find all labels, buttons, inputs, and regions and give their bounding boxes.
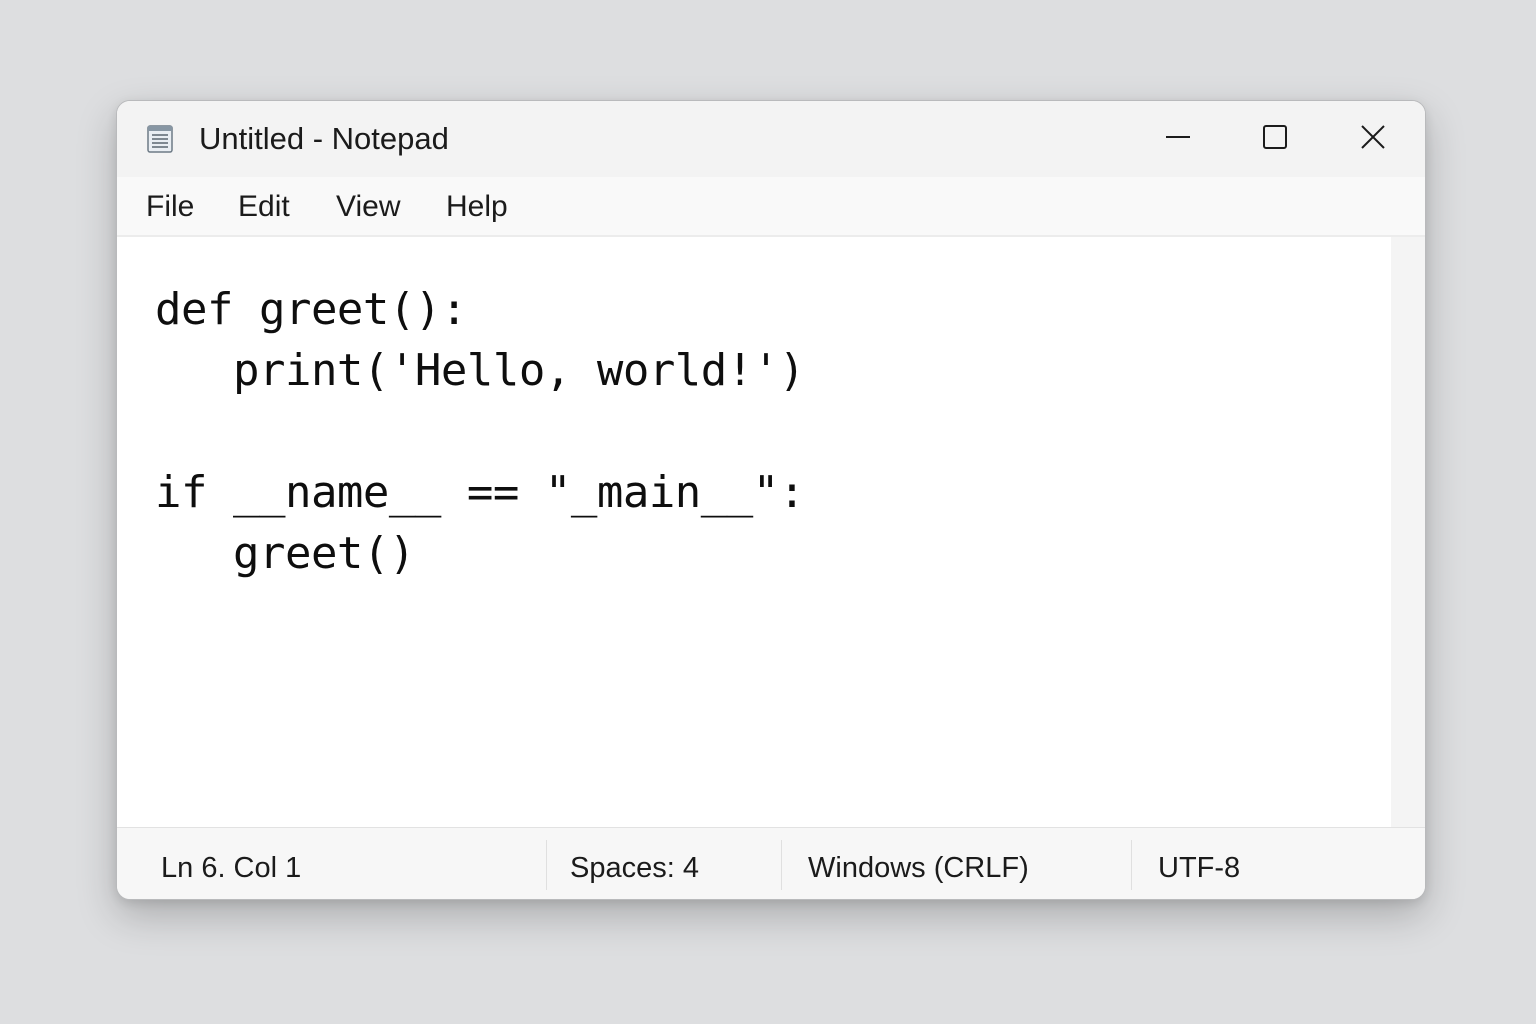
maximize-button[interactable] bbox=[1245, 113, 1305, 165]
menu-file[interactable]: File bbox=[146, 189, 194, 225]
menu-bar: File Edit View Help bbox=[117, 177, 1425, 237]
status-divider bbox=[1131, 840, 1132, 890]
status-bar: Ln 6. Col 1 Spaces: 4 Windows (CRLF) UTF… bbox=[117, 827, 1425, 899]
cursor-position[interactable]: Ln 6. Col 1 bbox=[161, 850, 301, 886]
title-bar[interactable]: Untitled - Notepad bbox=[117, 101, 1425, 177]
line-endings[interactable]: Windows (CRLF) bbox=[808, 850, 1029, 886]
menu-help[interactable]: Help bbox=[446, 189, 508, 225]
minimize-icon bbox=[1164, 123, 1192, 156]
code-line: def greet(): bbox=[155, 284, 467, 335]
vertical-scrollbar[interactable] bbox=[1391, 237, 1425, 827]
menu-edit[interactable]: Edit bbox=[238, 189, 290, 225]
text-editor[interactable]: def greet(): print('Hello, world!') if __… bbox=[117, 237, 1391, 827]
close-icon bbox=[1359, 123, 1387, 156]
status-divider bbox=[546, 840, 547, 890]
indentation-setting[interactable]: Spaces: 4 bbox=[570, 850, 699, 886]
status-divider bbox=[781, 840, 782, 890]
notepad-icon bbox=[147, 125, 173, 153]
close-button[interactable] bbox=[1343, 113, 1403, 165]
code-line: if __name__ == "_main__": bbox=[155, 467, 805, 518]
window-title: Untitled - Notepad bbox=[199, 121, 449, 156]
code-line: greet() bbox=[155, 528, 415, 579]
menu-view[interactable]: View bbox=[336, 189, 400, 225]
minimize-button[interactable] bbox=[1148, 113, 1208, 165]
code-line: print('Hello, world!') bbox=[155, 345, 805, 396]
editor-content[interactable]: def greet(): print('Hello, world!') if __… bbox=[155, 279, 805, 584]
encoding[interactable]: UTF-8 bbox=[1158, 850, 1240, 886]
maximize-icon bbox=[1261, 123, 1289, 156]
notepad-window: Untitled - Notepad File Edit View Help d… bbox=[116, 100, 1426, 900]
